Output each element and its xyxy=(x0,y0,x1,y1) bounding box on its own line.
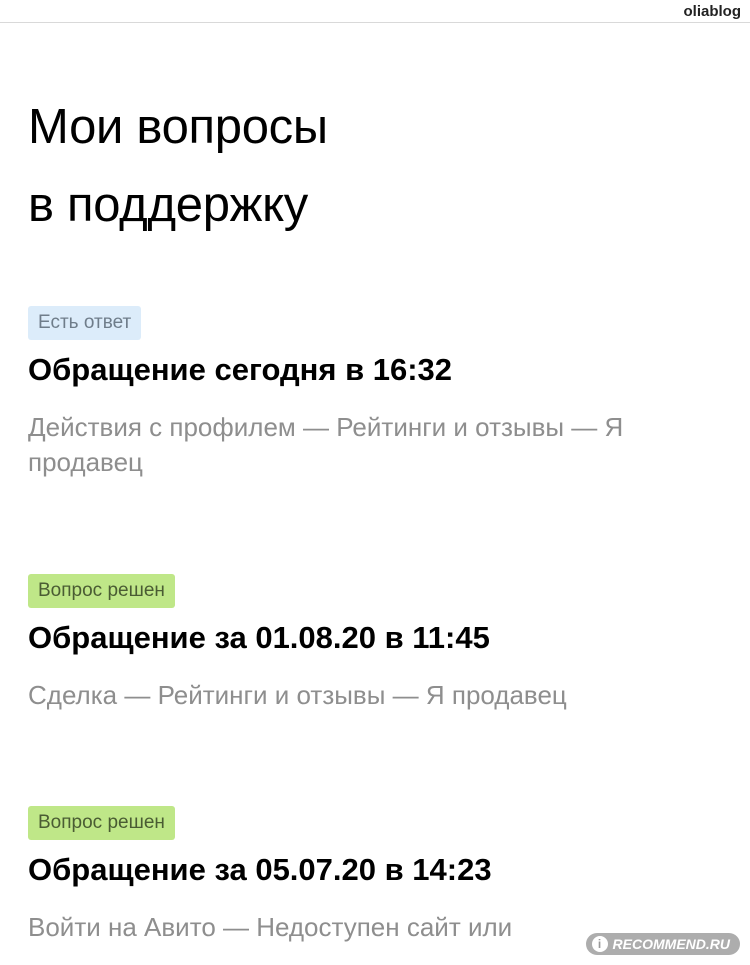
ticket-title[interactable]: Обращение за 05.07.20 в 14:23 xyxy=(28,850,492,890)
top-bar: oliablog xyxy=(0,0,750,23)
page-title-line-2: в поддержку xyxy=(28,178,309,232)
status-badge: Вопрос решен xyxy=(28,574,175,608)
status-badge: Есть ответ xyxy=(28,306,142,340)
page-title-line-1: Мои вопросы xyxy=(28,100,328,154)
username-label: oliablog xyxy=(683,3,742,20)
page-title: Мои вопросы в поддержку xyxy=(28,88,628,244)
ticket-title[interactable]: Обращение сегодня в 16:32 xyxy=(28,350,452,390)
ticket-item[interactable]: Есть ответ Обращение сегодня в 16:32 Дей… xyxy=(28,306,728,496)
ticket-category: Действия с профилем — Рейтинги и отзывы … xyxy=(28,412,624,477)
watermark-text: RECOMMEND.RU xyxy=(612,936,730,952)
ticket-category: Сделка — Рейтинги и отзывы — Я продавец xyxy=(28,680,567,710)
ticket-item[interactable]: Вопрос решен Обращение за 01.08.20 в 11:… xyxy=(28,574,728,724)
i-logo-icon: i xyxy=(591,936,608,952)
recommend-watermark: i RECOMMEND.RU xyxy=(585,933,740,955)
status-badge: Вопрос решен xyxy=(28,806,175,840)
ticket-title[interactable]: Обращение за 01.08.20 в 11:45 xyxy=(28,618,490,658)
